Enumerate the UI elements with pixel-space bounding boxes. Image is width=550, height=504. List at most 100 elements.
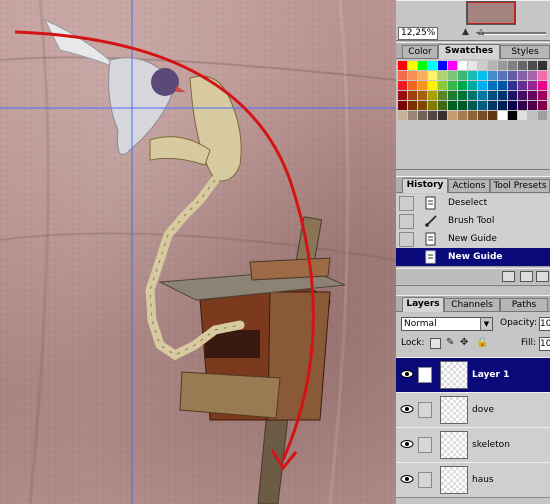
swatch-chip[interactable]	[528, 81, 537, 90]
swatch-chip[interactable]	[468, 61, 477, 70]
swatch-chip[interactable]	[438, 101, 447, 110]
zoom-slider-handle[interactable]: △	[478, 28, 484, 36]
lock-brush-icon[interactable]: ✎	[446, 336, 454, 350]
swatch-chip[interactable]	[398, 81, 407, 90]
eye-icon[interactable]	[400, 437, 414, 451]
swatch-chip[interactable]	[478, 81, 487, 90]
tab-swatches[interactable]: Swatches	[438, 44, 500, 59]
history-snapshot-checkbox[interactable]	[399, 232, 414, 247]
swatch-chip[interactable]	[488, 111, 497, 120]
swatch-chip[interactable]	[408, 61, 417, 70]
swatch-chip[interactable]	[508, 81, 517, 90]
swatch-chip[interactable]	[458, 91, 467, 100]
swatch-chip[interactable]	[398, 91, 407, 100]
tab-channels[interactable]: Channels	[444, 298, 500, 311]
swatch-chip[interactable]	[408, 91, 417, 100]
history-snapshot-checkbox[interactable]	[399, 250, 414, 265]
zoom-slider[interactable]	[476, 32, 546, 35]
swatch-chip[interactable]	[448, 101, 457, 110]
swatch-chip[interactable]	[458, 81, 467, 90]
swatch-chip[interactable]	[528, 101, 537, 110]
swatch-chip[interactable]	[418, 61, 427, 70]
swatch-chip[interactable]	[498, 71, 507, 80]
swatch-chip[interactable]	[508, 91, 517, 100]
swatch-chip[interactable]	[418, 71, 427, 80]
swatch-chip[interactable]	[438, 91, 447, 100]
swatch-chip[interactable]	[448, 111, 457, 120]
history-snapshot-checkbox[interactable]	[399, 214, 414, 229]
zoom-out-icon[interactable]: ▲	[462, 28, 469, 37]
swatch-chip[interactable]	[428, 71, 437, 80]
swatch-grid[interactable]	[398, 61, 550, 120]
lock-transparency-checkbox[interactable]	[430, 338, 441, 349]
swatch-chip[interactable]	[498, 91, 507, 100]
swatch-chip[interactable]	[528, 61, 537, 70]
history-state[interactable]: Deselect	[396, 194, 550, 213]
swatch-chip[interactable]	[418, 81, 427, 90]
swatch-chip[interactable]	[428, 61, 437, 70]
swatch-chip[interactable]	[438, 71, 447, 80]
blend-mode-select[interactable]: Normal ▼	[401, 317, 493, 331]
layer-row-skeleton[interactable]: skeleton	[396, 427, 550, 463]
swatch-chip[interactable]	[468, 71, 477, 80]
link-slot[interactable]	[418, 402, 432, 418]
swatch-chip[interactable]	[428, 111, 437, 120]
swatch-chip[interactable]	[458, 61, 467, 70]
swatch-chip[interactable]	[508, 101, 517, 110]
fill-field[interactable]: 10	[539, 337, 550, 351]
swatch-chip[interactable]	[478, 91, 487, 100]
swatch-chip[interactable]	[518, 81, 527, 90]
swatch-chip[interactable]	[528, 111, 537, 120]
trash-icon[interactable]	[536, 271, 549, 282]
swatch-chip[interactable]	[448, 61, 457, 70]
swatch-chip[interactable]	[448, 91, 457, 100]
tab-paths[interactable]: Paths	[500, 298, 548, 311]
layer-row-layer-1[interactable]: Layer 1	[396, 357, 550, 393]
layer-row-dove[interactable]: dove	[396, 392, 550, 428]
eye-icon[interactable]	[400, 367, 414, 381]
swatch-chip[interactable]	[468, 111, 477, 120]
new-document-icon[interactable]	[520, 271, 533, 282]
swatch-chip[interactable]	[538, 111, 547, 120]
swatch-chip[interactable]	[498, 111, 507, 120]
tab-color[interactable]: Color	[402, 45, 438, 58]
tab-layers[interactable]: Layers	[402, 297, 444, 312]
swatch-chip[interactable]	[468, 81, 477, 90]
history-state[interactable]: Brush Tool	[396, 212, 550, 231]
swatch-chip[interactable]	[538, 91, 547, 100]
opacity-field[interactable]: 10	[539, 317, 550, 331]
lock-icon[interactable]: 🔒	[476, 336, 488, 350]
layer-row-haus[interactable]: haus	[396, 462, 550, 498]
swatch-chip[interactable]	[408, 111, 417, 120]
eye-icon[interactable]	[400, 472, 414, 486]
tab-styles[interactable]: Styles	[500, 45, 550, 58]
tab-history[interactable]: History	[402, 178, 448, 193]
link-slot[interactable]	[418, 472, 432, 488]
history-state-selected[interactable]: New Guide	[396, 248, 550, 267]
zoom-field[interactable]: 12,25%	[398, 27, 438, 40]
swatch-chip[interactable]	[498, 101, 507, 110]
swatch-chip[interactable]	[428, 91, 437, 100]
swatch-chip[interactable]	[478, 61, 487, 70]
swatch-chip[interactable]	[538, 101, 547, 110]
swatch-chip[interactable]	[508, 71, 517, 80]
history-snapshot-checkbox[interactable]	[399, 196, 414, 211]
swatch-chip[interactable]	[418, 111, 427, 120]
swatch-chip[interactable]	[458, 101, 467, 110]
swatch-chip[interactable]	[448, 81, 457, 90]
eye-icon[interactable]	[400, 402, 414, 416]
swatch-chip[interactable]	[538, 81, 547, 90]
swatch-chip[interactable]	[508, 61, 517, 70]
swatch-chip[interactable]	[488, 61, 497, 70]
swatch-chip[interactable]	[508, 111, 517, 120]
tab-actions[interactable]: Actions	[448, 179, 490, 192]
swatch-chip[interactable]	[518, 61, 527, 70]
swatch-chip[interactable]	[408, 71, 417, 80]
swatch-chip[interactable]	[528, 71, 537, 80]
navigator-thumbnail[interactable]	[466, 1, 516, 25]
swatch-chip[interactable]	[478, 71, 487, 80]
swatch-chip[interactable]	[518, 101, 527, 110]
swatch-chip[interactable]	[438, 61, 447, 70]
swatch-chip[interactable]	[418, 101, 427, 110]
swatch-chip[interactable]	[408, 81, 417, 90]
